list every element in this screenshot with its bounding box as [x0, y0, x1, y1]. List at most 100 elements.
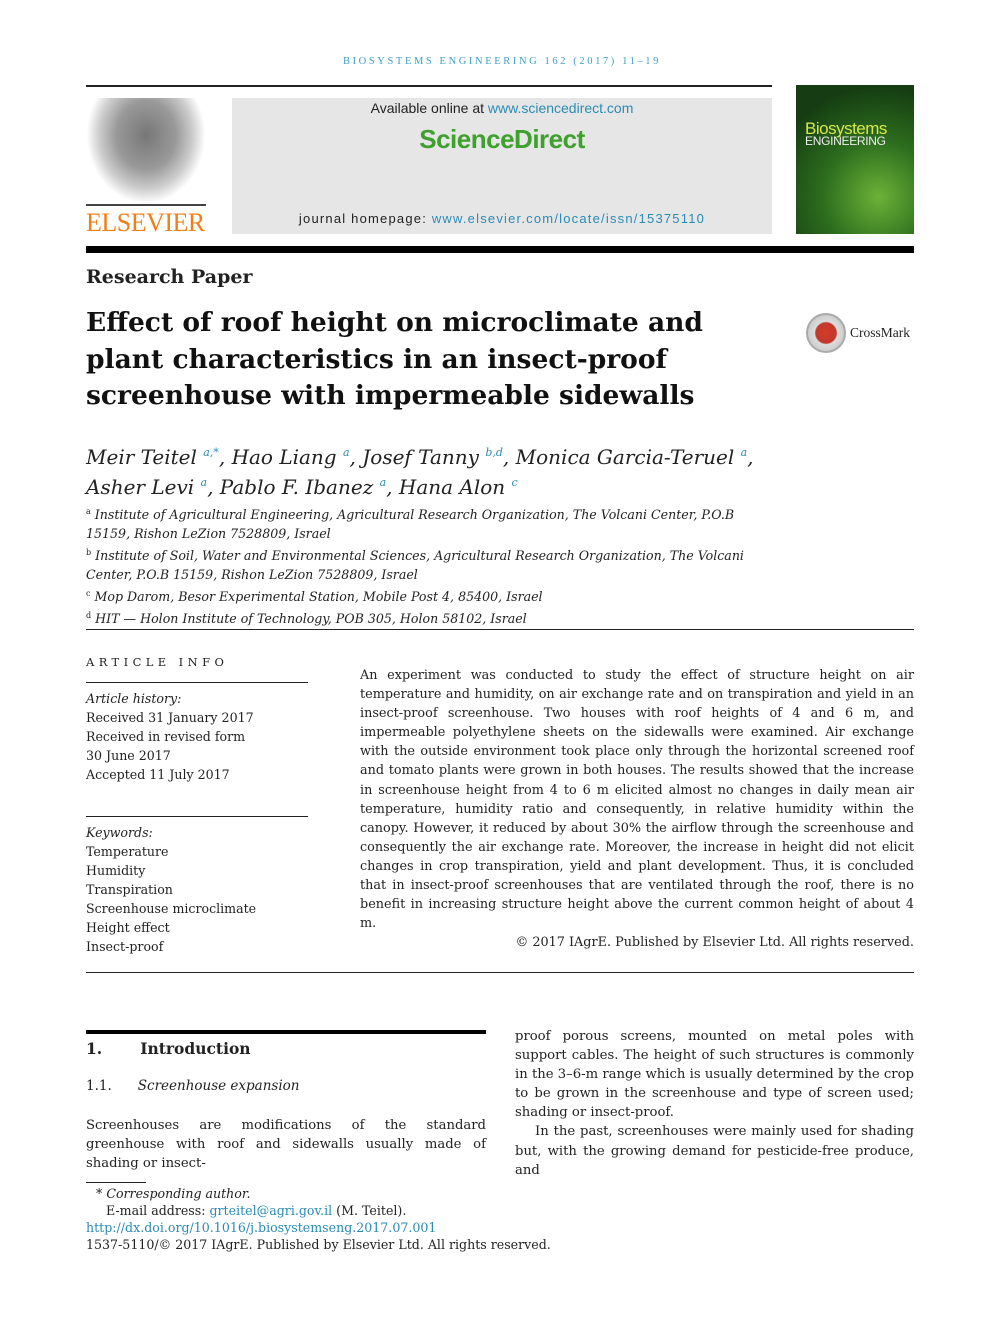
section-title: Introduction — [140, 1039, 251, 1058]
body-column-2: proof porous screens, mounted on metal p… — [515, 1027, 914, 1180]
affil-text: Mop Darom, Besor Experimental Station, M… — [94, 589, 543, 604]
doi-link[interactable]: http://dx.doi.org/10.1016/j.biosystemsen… — [86, 1220, 436, 1235]
subsection-title: Screenhouse expansion — [137, 1078, 300, 1094]
divider — [86, 816, 308, 817]
sep: , — [218, 445, 232, 469]
author-list: Meir Teitel a,*, Hao Liang a, Josef Tann… — [86, 440, 906, 500]
subsection-number: 1.1. — [86, 1078, 112, 1094]
body-paragraph: proof porous screens, mounted on metal p… — [515, 1029, 914, 1121]
journal-banner: Available online at www.sciencedirect.co… — [232, 98, 772, 234]
author-sup[interactable]: b,d — [485, 446, 503, 459]
history-item: 30 June 2017 — [86, 748, 171, 763]
author-name: Hao Liang — [231, 445, 337, 469]
sep: , — [747, 445, 754, 469]
abstract-text: An experiment was conducted to study the… — [360, 668, 914, 932]
affil-text: HIT — Holon Institute of Technology, POB… — [95, 611, 527, 626]
elsevier-logo[interactable]: ELSEVIER — [86, 98, 208, 237]
sciencedirect-logo[interactable]: ScienceDirect — [232, 124, 772, 155]
author[interactable]: Meir Teitel a,* — [86, 445, 219, 469]
author-name: Josef Tanny — [362, 445, 479, 469]
author[interactable]: Pablo F. Ibanez a — [220, 475, 386, 499]
author-sup[interactable]: a,* — [203, 446, 219, 459]
subsection-heading: 1.1. Screenhouse expansion — [86, 1078, 299, 1094]
sep: , — [502, 445, 516, 469]
affil-sup: b — [86, 548, 92, 557]
abstract-copyright: © 2017 IAgrE. Published by Elsevier Ltd.… — [515, 935, 915, 951]
affiliation: b Institute of Soil, Water and Environme… — [86, 543, 776, 584]
corresponding-label: Corresponding author. — [106, 1186, 251, 1201]
author[interactable]: Hao Liang a — [232, 445, 350, 469]
keyword: Height effect — [86, 920, 170, 935]
author[interactable]: Asher Levi a — [86, 475, 207, 499]
crossmark-label: CrossMark — [850, 325, 910, 340]
author[interactable]: Hana Alon c — [399, 475, 518, 499]
homepage-label: journal homepage: — [298, 211, 432, 226]
affil-sup: d — [86, 611, 92, 620]
homepage-link[interactable]: www.elsevier.com/locate/issn/15375110 — [432, 211, 705, 226]
tree-icon — [86, 98, 206, 206]
keyword: Insect-proof — [86, 939, 164, 954]
keywords: Keywords: Temperature Humidity Transpira… — [86, 823, 308, 956]
running-head: BIOSYSTEMS ENGINEERING 162 (2017) 11–19 — [342, 56, 661, 67]
affiliation: c Mop Darom, Besor Experimental Station,… — [86, 584, 776, 606]
keyword: Humidity — [86, 863, 146, 878]
corresponding-note: * Corresponding author. — [86, 1185, 606, 1202]
footnote-mark: * — [96, 1186, 103, 1201]
author[interactable]: Josef Tanny b,d — [362, 445, 503, 469]
author-sup[interactable]: c — [512, 476, 518, 489]
email-link[interactable]: grteitel@agri.gov.il — [209, 1203, 332, 1218]
affiliation: d HIT — Holon Institute of Technology, P… — [86, 606, 776, 628]
section-number: 1. — [86, 1039, 103, 1058]
sep: , — [349, 445, 363, 469]
affiliation: a Institute of Agricultural Engineering,… — [86, 502, 776, 543]
affil-text: Institute of Agricultural Engineering, A… — [86, 507, 735, 541]
affiliations: a Institute of Agricultural Engineering,… — [86, 502, 776, 628]
history-item: Received 31 January 2017 — [86, 710, 254, 725]
divider — [86, 972, 914, 973]
journal-homepage: journal homepage: www.elsevier.com/locat… — [232, 211, 772, 226]
keyword: Temperature — [86, 844, 169, 859]
divider — [86, 682, 308, 683]
affil-sup: c — [86, 589, 91, 598]
history-item: Accepted 11 July 2017 — [86, 767, 230, 782]
abstract: An experiment was conducted to study the… — [360, 666, 914, 952]
affil-sup: a — [86, 507, 91, 516]
email-suffix: (M. Teitel). — [332, 1203, 407, 1218]
footnote-rule — [86, 1182, 146, 1183]
body-paragraph: Screenhouses are modifications of the st… — [86, 1118, 486, 1172]
crossmark-button[interactable]: CrossMark — [806, 313, 910, 353]
email-line: E-mail address: grteitel@agri.gov.il (M.… — [86, 1202, 606, 1219]
footnotes: * Corresponding author. E-mail address: … — [86, 1185, 606, 1253]
body-paragraph: In the past, screenhouses were mainly us… — [515, 1124, 914, 1178]
elsevier-wordmark: ELSEVIER — [86, 208, 205, 237]
section-heading: 1. Introduction — [86, 1039, 251, 1058]
header-thick-rule — [86, 246, 914, 253]
keywords-label: Keywords: — [86, 825, 153, 840]
section-rule — [86, 1030, 486, 1034]
article-title: Effect of roof height on microclimate an… — [86, 307, 703, 411]
history-item: Received in revised form — [86, 729, 246, 744]
article-type: Research Paper — [86, 266, 253, 288]
article-info-heading: ARTICLE INFO — [86, 655, 229, 669]
author-name: Meir Teitel — [86, 445, 197, 469]
affil-text: Institute of Soil, Water and Environment… — [86, 548, 744, 582]
available-online-label: Available online at — [370, 100, 488, 116]
divider — [86, 629, 914, 630]
article-history: Article history: Received 31 January 201… — [86, 689, 308, 784]
sep: , — [207, 475, 220, 499]
sciencedirect-link[interactable]: www.sciencedirect.com — [488, 100, 634, 116]
journal-cover[interactable]: Biosystems ENGINEERING — [796, 85, 914, 234]
keyword: Screenhouse microclimate — [86, 901, 257, 916]
sep: , — [386, 475, 399, 499]
cover-subtitle: ENGINEERING — [805, 134, 886, 148]
author-name: Monica Garcia-Teruel — [515, 445, 735, 469]
author-name: Pablo F. Ibanez — [219, 475, 374, 499]
issn-line: 1537-5110/© 2017 IAgrE. Published by Els… — [86, 1237, 551, 1252]
author-name: Asher Levi — [86, 475, 195, 499]
author[interactable]: Monica Garcia-Teruel a — [516, 445, 748, 469]
available-online: Available online at www.sciencedirect.co… — [232, 100, 772, 116]
keyword: Transpiration — [86, 882, 173, 897]
header-rule — [86, 85, 772, 87]
history-label: Article history: — [86, 691, 182, 706]
email-label: E-mail address: — [106, 1203, 210, 1218]
